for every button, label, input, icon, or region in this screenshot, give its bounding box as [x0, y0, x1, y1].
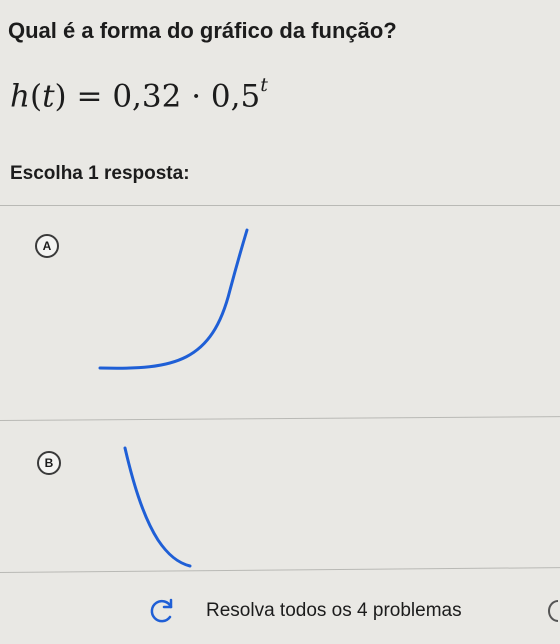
partial-icon — [548, 600, 559, 622]
option-a-radio[interactable]: A — [35, 234, 59, 258]
question-title: Qual é a forma do gráfico da função? — [8, 18, 397, 43]
option-b-radio[interactable]: B — [37, 451, 61, 475]
function-formula: h(t) = 0,32 · 0,5t — [10, 74, 268, 115]
submit-label: Resolva todos os 4 problemas — [206, 600, 462, 621]
divider — [0, 416, 560, 421]
submit-button[interactable]: Resolva todos os 4 problemas — [150, 598, 462, 624]
option-b-curve — [123, 446, 192, 568]
refresh-icon — [150, 598, 173, 623]
option-a-curve — [98, 228, 249, 370]
divider — [0, 567, 560, 573]
answer-instruction: Escolha 1 resposta: — [10, 163, 190, 184]
divider — [0, 205, 560, 206]
